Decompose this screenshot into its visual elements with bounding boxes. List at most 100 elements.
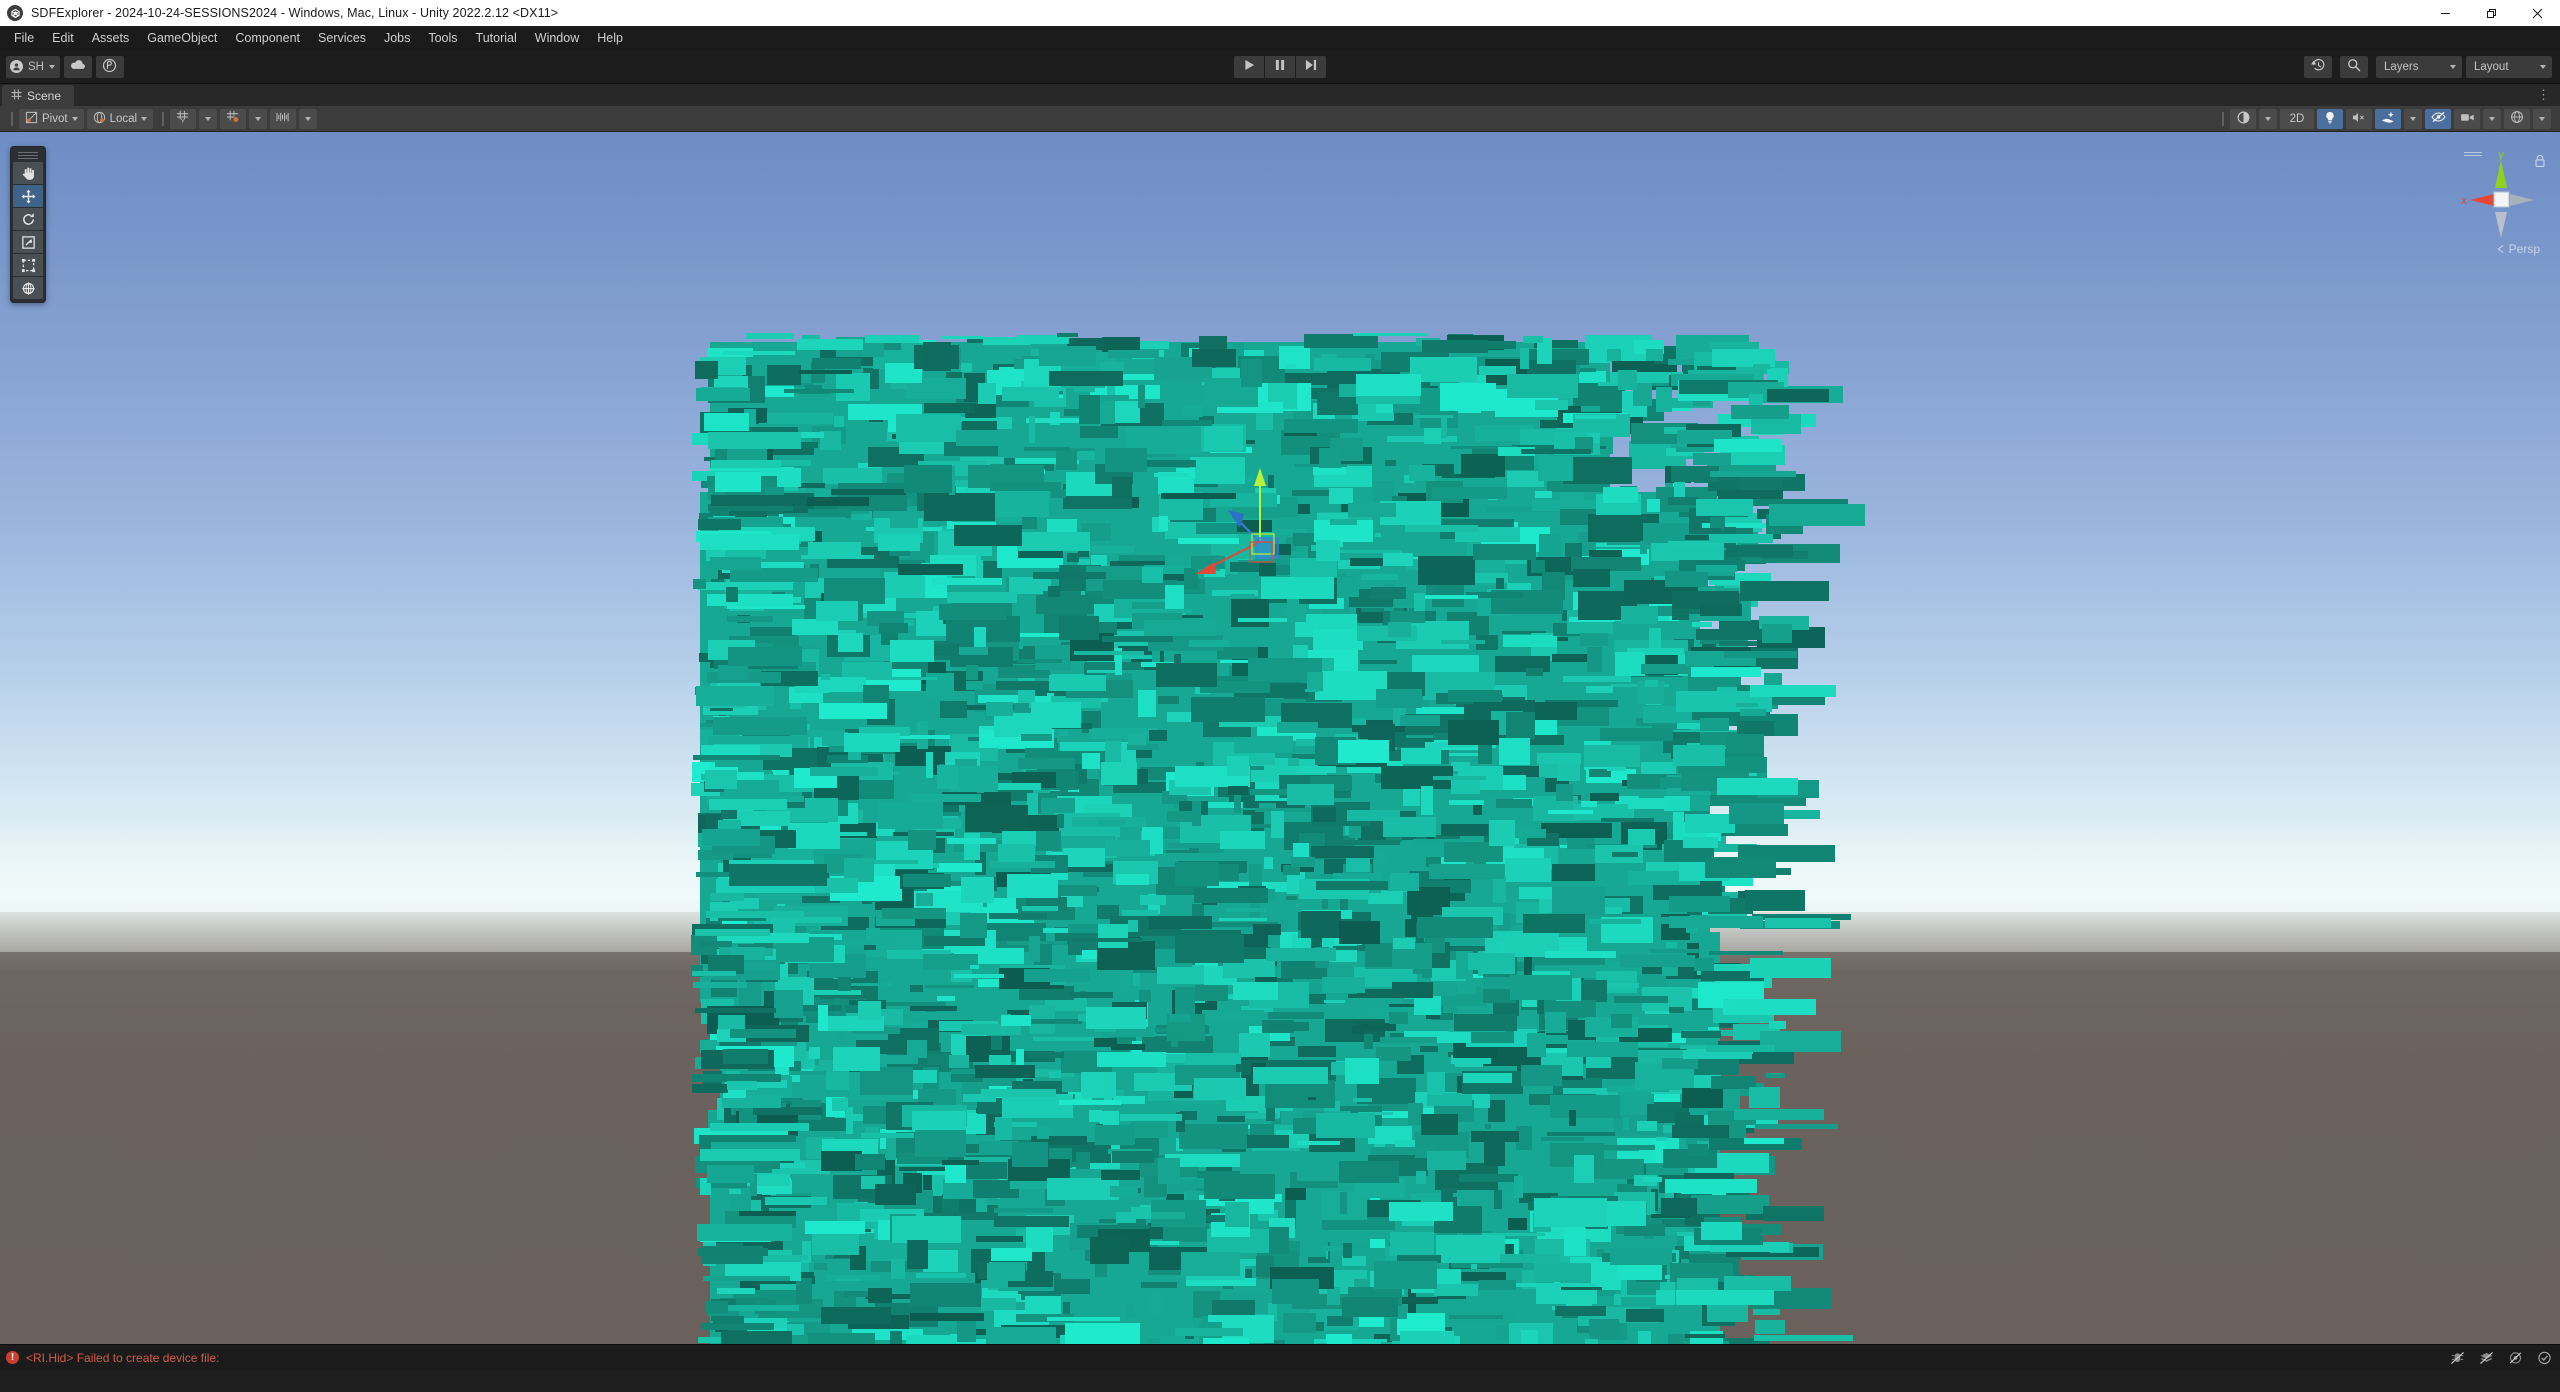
toolbar-grip-3[interactable] [2222,112,2224,126]
mute-bug-icon[interactable] [2450,1350,2465,1365]
minimize-button[interactable] [2422,0,2468,26]
scene-camera-icon [2460,112,2475,126]
gizmos-icon [2510,110,2524,127]
menubar: File Edit Assets GameObject Component Se… [0,26,2560,50]
chevron-down-icon [2450,65,2456,69]
rect-tool[interactable] [13,254,43,276]
step-button[interactable] [1296,56,1326,78]
menu-window[interactable]: Window [526,28,588,49]
gizmo-x-label: x [2461,195,2467,207]
status-message[interactable]: <RI.Hid> Failed to create device file: [26,1351,219,1365]
play-button[interactable] [1234,56,1264,78]
status-bar: ! <RI.Hid> Failed to create device file: [0,1344,2560,1370]
chevron-down-icon [205,117,211,121]
handle-space-dropdown[interactable]: Local [87,109,154,129]
scene-grid-icon [11,89,22,103]
sdf-voxel-structure[interactable] [700,282,1820,1344]
move-gizmo[interactable] [1190,462,1330,602]
grid-snap-dropdown[interactable] [249,109,267,129]
move-tool[interactable] [13,185,43,207]
lighting-toggle[interactable] [2317,109,2343,129]
layout-dropdown[interactable]: Layout [2466,56,2552,78]
chevron-down-icon [49,65,55,69]
scale-icon [21,235,36,250]
search-icon [2347,58,2361,75]
svg-text:Y: Y [181,118,186,124]
check-circle-icon[interactable] [2537,1350,2552,1365]
rect-transform-icon [21,258,36,273]
scene-axis-gizmo[interactable]: y x [2456,150,2546,250]
menu-gameobject[interactable]: GameObject [138,28,226,49]
move-icon [21,189,36,204]
lightbulb-icon [2324,111,2336,127]
transform-tool[interactable] [13,277,43,299]
menu-services[interactable]: Services [309,28,375,49]
account-label: SH [28,61,44,73]
hand-tool[interactable] [13,162,43,184]
hidden-objects-icon [2431,111,2446,126]
grid-size-dropdown[interactable] [299,109,317,129]
scene-camera-button[interactable] [2454,109,2480,129]
layers-label: Layers [2384,61,2419,73]
pivot-dropdown[interactable]: Pivot [19,109,84,129]
menu-tools[interactable]: Tools [419,28,466,49]
projection-mode-label[interactable]: Persp [2496,242,2540,256]
shading-mode-dropdown[interactable] [2259,109,2277,129]
chevron-down-icon [2539,117,2545,121]
grid-axis-dropdown[interactable] [199,109,217,129]
toolbar-grip-2[interactable] [162,112,164,126]
chevron-down-icon [255,117,261,121]
account-button[interactable]: SH [6,56,60,78]
restore-button[interactable] [2468,0,2514,26]
grid-axis-button[interactable]: Y [170,109,196,129]
tool-palette-overlay[interactable] [10,146,46,303]
menu-assets[interactable]: Assets [83,28,139,49]
audio-mute-icon [2352,111,2366,127]
pause-button[interactable] [1265,56,1295,78]
unity-icon [7,5,23,21]
pivot-icon [25,111,38,127]
chevron-down-icon [72,117,78,121]
gizmos-toggle[interactable] [2504,109,2530,129]
play-icon [1244,58,1255,76]
overlay-drag-handle[interactable] [18,152,38,159]
audio-toggle[interactable] [2346,109,2372,129]
gizmos-dropdown[interactable] [2533,109,2551,129]
handle-space-label: Local [110,113,138,125]
services-button[interactable] [96,56,124,78]
scene-camera-dropdown[interactable] [2483,109,2501,129]
scene-viewport[interactable]: y x Persp [0,132,2560,1344]
rotate-tool[interactable] [13,208,43,230]
grid-axis-y-icon: Y [176,110,190,127]
menu-edit[interactable]: Edit [43,28,83,49]
cloud-button[interactable] [64,56,92,78]
undo-history-icon [2311,58,2326,76]
shading-mode-button[interactable] [2230,109,2256,129]
grid-size-button[interactable] [270,109,296,129]
effects-toggle[interactable] [2375,109,2401,129]
main-toolbar: SH [0,50,2560,84]
window-title: SDFExplorer - 2024-10-24-SESSIONS2024 - … [31,6,558,20]
menu-file[interactable]: File [5,28,43,49]
menu-tutorial[interactable]: Tutorial [467,28,526,49]
panel-overflow-menu[interactable]: ⋮ [2537,84,2550,106]
close-button[interactable] [2514,0,2560,26]
layers-stack-icon[interactable] [2479,1350,2494,1365]
tab-scene[interactable]: Scene [2,85,74,106]
transform-icon [21,281,36,296]
grid-snap-button[interactable] [220,109,246,129]
chevron-down-icon [2265,117,2271,121]
toggle-2d-button[interactable]: 2D [2280,109,2314,129]
menu-component[interactable]: Component [226,28,309,49]
error-icon: ! [6,1351,19,1364]
history-button[interactable] [2304,56,2332,78]
search-button[interactable] [2340,56,2368,78]
eye-slash-icon[interactable] [2508,1350,2523,1365]
toolbar-grip[interactable] [11,112,13,126]
layers-dropdown[interactable]: Layers [2376,56,2462,78]
menu-help[interactable]: Help [588,28,632,49]
hidden-objects-toggle[interactable] [2425,109,2451,129]
effects-dropdown[interactable] [2404,109,2422,129]
scale-tool[interactable] [13,231,43,253]
menu-jobs[interactable]: Jobs [375,28,419,49]
